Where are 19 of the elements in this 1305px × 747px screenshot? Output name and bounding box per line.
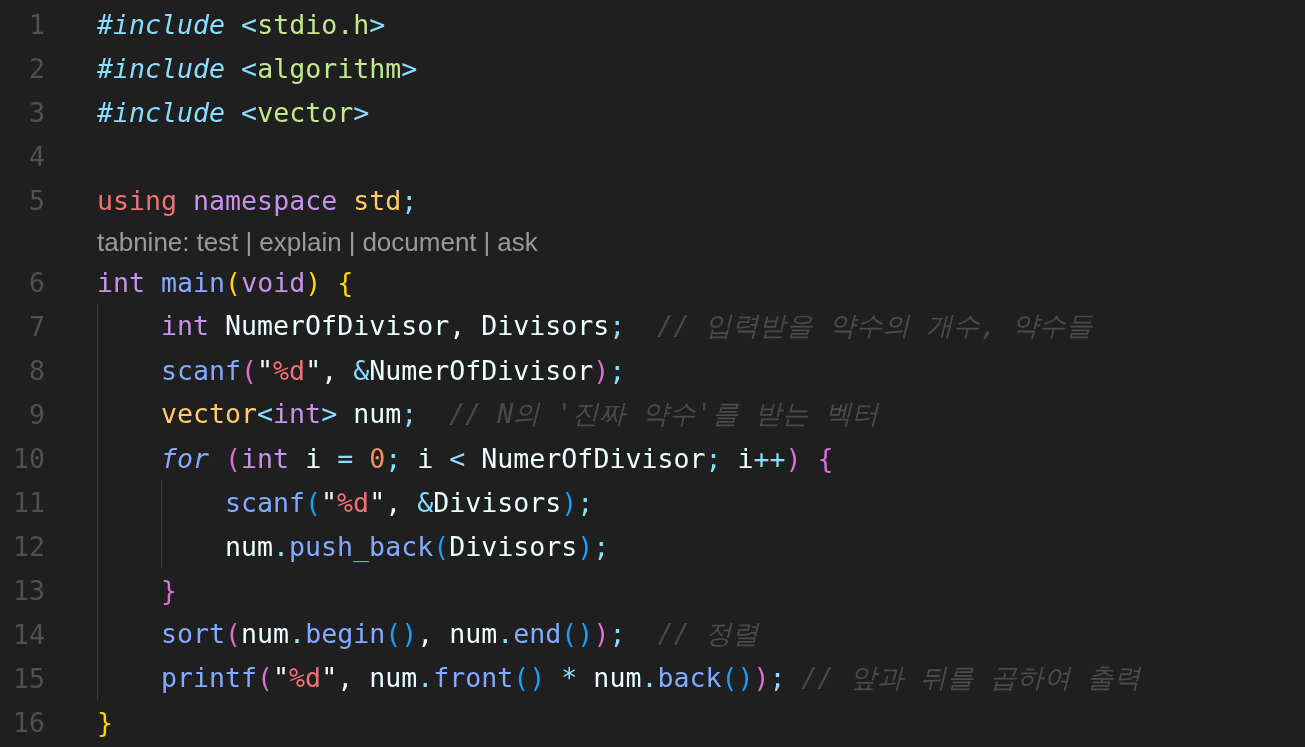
separator: | bbox=[483, 226, 491, 258]
code-line: for (int i = 0; i < NumerOfDivisor; i++) { bbox=[161, 442, 834, 474]
code-line: scanf("%d", &Divisors); bbox=[225, 486, 594, 518]
separator: | bbox=[245, 226, 253, 258]
codelens-link[interactable]: ask bbox=[497, 226, 538, 258]
codelens-link[interactable]: document bbox=[362, 226, 477, 258]
code-line: scanf("%d", &NumerOfDivisor); bbox=[161, 354, 626, 386]
code-line: using namespace std; bbox=[97, 184, 418, 216]
code-line: } bbox=[97, 706, 113, 738]
code-line: } bbox=[161, 574, 177, 606]
codelens-link[interactable]: explain bbox=[259, 226, 342, 258]
code-line: int main(void) { bbox=[97, 266, 354, 298]
code-line: #include <stdio.h> bbox=[97, 8, 386, 40]
codelens-label: tabnine: bbox=[97, 226, 190, 258]
separator: | bbox=[348, 226, 356, 258]
codelens-link[interactable]: test bbox=[196, 226, 239, 258]
code-line: #include <vector> bbox=[97, 96, 370, 128]
code-line: #include <algorithm> bbox=[97, 52, 418, 84]
code-line: num.push_back(Divisors); bbox=[225, 530, 610, 562]
